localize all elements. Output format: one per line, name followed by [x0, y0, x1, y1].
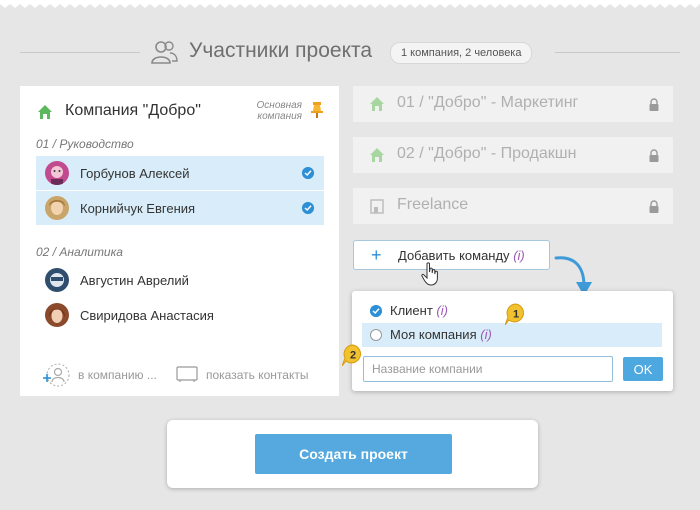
member-row[interactable]: Августин Аврелий — [36, 263, 324, 297]
participants-count-badge: 1 компания, 2 человека — [390, 42, 533, 64]
hand-cursor-icon — [421, 262, 438, 286]
plus-icon: + — [371, 245, 382, 265]
member-name: Горбунов Алексей — [80, 166, 190, 181]
add-team-popup: Клиент (i) Моя компания (i) 1 2 OK — [342, 291, 673, 391]
team-item-marketing[interactable]: 01 / "Добро" - Маркетинг — [353, 86, 673, 122]
avatar — [45, 303, 69, 327]
zigzag-edge — [0, 0, 700, 8]
check-icon[interactable] — [302, 167, 314, 179]
avatar — [45, 196, 69, 220]
company-panel: Компания "Добро" Основная компания 01 / … — [20, 86, 339, 396]
lock-icon — [649, 149, 659, 162]
footer-panel: Создать проект — [167, 420, 538, 488]
option-text: Клиент — [390, 303, 433, 318]
member-name: Свиридова Анастасия — [80, 308, 214, 323]
member-name: Корнийчук Евгения — [80, 201, 196, 216]
add-member-link[interactable]: в компанию ... — [78, 368, 157, 382]
contacts-card-icon[interactable] — [176, 365, 198, 383]
option-label: Клиент (i) — [390, 303, 448, 318]
step-badge-number: 2 — [350, 350, 356, 362]
option-my-company[interactable]: Моя компания (i) — [362, 323, 662, 347]
header-divider-right — [555, 52, 680, 53]
house-icon — [370, 97, 384, 111]
radio-checked-icon[interactable] — [370, 305, 382, 317]
step-badge-1: 1 — [505, 303, 524, 325]
show-contacts-link[interactable]: показать контакты — [206, 368, 308, 382]
group-label-management: 01 / Руководство — [36, 137, 134, 151]
add-team-button[interactable]: + Добавить команду (i) — [353, 240, 550, 270]
option-text: Моя компания — [390, 327, 477, 342]
radio-empty-icon[interactable] — [370, 329, 382, 341]
panel-actions: в компанию ... показать контакты — [20, 362, 339, 390]
main-company-label: Основная компания — [256, 100, 302, 122]
building-icon — [370, 199, 384, 214]
company-name: Компания "Добро" — [65, 102, 201, 119]
member-name: Августин Аврелий — [80, 273, 189, 288]
ok-button[interactable]: OK — [623, 357, 663, 381]
team-item-freelance[interactable]: Freelance — [353, 188, 673, 224]
option-label: Моя компания (i) — [390, 327, 492, 342]
info-icon[interactable]: (i) — [436, 303, 448, 318]
member-row[interactable]: Горбунов Алексей — [36, 156, 324, 190]
info-icon[interactable]: (i) — [513, 248, 525, 263]
check-icon[interactable] — [302, 202, 314, 214]
add-member-icon[interactable] — [42, 362, 70, 388]
pin-icon[interactable] — [311, 102, 323, 118]
house-icon — [38, 105, 52, 119]
group-label-analytics: 02 / Аналитика — [36, 245, 123, 259]
users-icon — [151, 41, 178, 64]
avatar — [45, 161, 69, 185]
company-header: Компания "Добро" Основная компания — [20, 86, 339, 134]
team-label: 01 / "Добро" - Маркетинг — [397, 94, 579, 111]
avatar — [45, 268, 69, 292]
add-team-label: Добавить команду (i) — [398, 248, 525, 263]
team-label: Freelance — [397, 196, 469, 213]
add-team-text: Добавить команду — [398, 248, 510, 263]
team-item-production[interactable]: 02 / "Добро" - Продакшн — [353, 137, 673, 173]
member-row[interactable]: Свиридова Анастасия — [36, 298, 324, 332]
step-badge-2: 2 — [342, 344, 361, 366]
create-project-button[interactable]: Создать проект — [255, 434, 452, 474]
step-badge-number: 1 — [513, 309, 519, 321]
company-name-input[interactable] — [363, 356, 613, 382]
lock-icon — [649, 200, 659, 213]
page-title: Участники проекта — [189, 39, 373, 62]
house-icon — [370, 148, 384, 162]
member-row[interactable]: Корнийчук Евгения — [36, 191, 324, 225]
lock-icon — [649, 98, 659, 111]
header-divider-left — [20, 52, 140, 53]
team-label: 02 / "Добро" - Продакшн — [397, 145, 577, 162]
info-icon[interactable]: (i) — [480, 327, 492, 342]
